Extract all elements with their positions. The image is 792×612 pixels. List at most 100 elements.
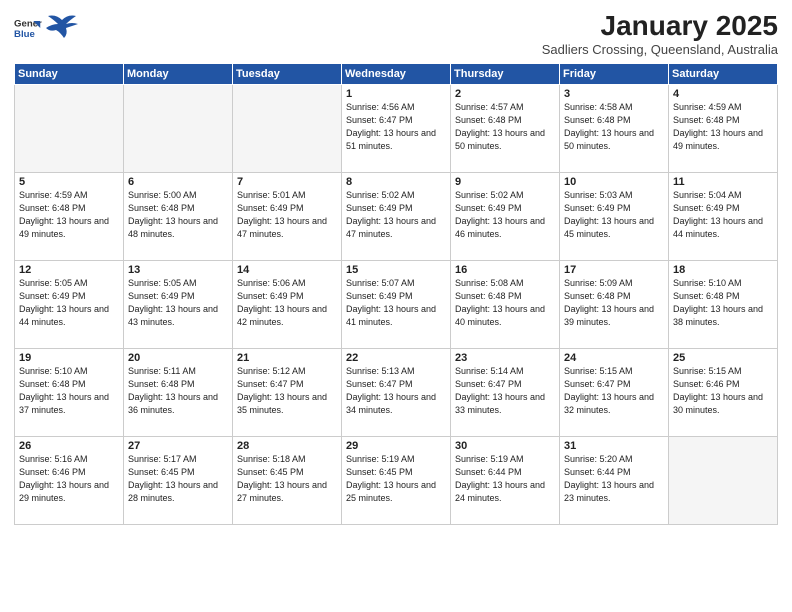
day-info: Sunrise: 4:56 AMSunset: 6:47 PMDaylight:… [346,101,447,153]
day-number: 29 [346,440,447,452]
day-header-friday: Friday [560,64,669,85]
day-number: 3 [564,88,665,100]
day-number: 4 [673,88,774,100]
week-row-4: 19Sunrise: 5:10 AMSunset: 6:48 PMDayligh… [15,349,778,437]
calendar-cell: 10Sunrise: 5:03 AMSunset: 6:49 PMDayligh… [560,173,669,261]
day-number: 22 [346,352,447,364]
calendar-cell: 27Sunrise: 5:17 AMSunset: 6:45 PMDayligh… [124,437,233,525]
day-info: Sunrise: 5:19 AMSunset: 6:45 PMDaylight:… [346,453,447,505]
day-info: Sunrise: 5:15 AMSunset: 6:46 PMDaylight:… [673,365,774,417]
day-info: Sunrise: 5:14 AMSunset: 6:47 PMDaylight:… [455,365,556,417]
day-number: 14 [237,264,338,276]
calendar-cell: 28Sunrise: 5:18 AMSunset: 6:45 PMDayligh… [233,437,342,525]
day-number: 18 [673,264,774,276]
week-row-1: 1Sunrise: 4:56 AMSunset: 6:47 PMDaylight… [15,85,778,173]
calendar-cell: 15Sunrise: 5:07 AMSunset: 6:49 PMDayligh… [342,261,451,349]
calendar-title: January 2025 [542,10,778,42]
day-header-monday: Monday [124,64,233,85]
header: General Blue January 2025 Sadliers Cross… [14,10,778,57]
calendar-cell: 6Sunrise: 5:00 AMSunset: 6:48 PMDaylight… [124,173,233,261]
day-info: Sunrise: 4:59 AMSunset: 6:48 PMDaylight:… [673,101,774,153]
day-number: 21 [237,352,338,364]
day-info: Sunrise: 5:10 AMSunset: 6:48 PMDaylight:… [19,365,120,417]
day-number: 11 [673,176,774,188]
day-number: 2 [455,88,556,100]
day-number: 31 [564,440,665,452]
calendar-cell: 24Sunrise: 5:15 AMSunset: 6:47 PMDayligh… [560,349,669,437]
week-row-2: 5Sunrise: 4:59 AMSunset: 6:48 PMDaylight… [15,173,778,261]
calendar-cell: 1Sunrise: 4:56 AMSunset: 6:47 PMDaylight… [342,85,451,173]
logo-bird-icon [44,10,80,46]
days-header-row: SundayMondayTuesdayWednesdayThursdayFrid… [15,64,778,85]
day-number: 13 [128,264,229,276]
day-info: Sunrise: 4:59 AMSunset: 6:48 PMDaylight:… [19,189,120,241]
calendar-cell: 8Sunrise: 5:02 AMSunset: 6:49 PMDaylight… [342,173,451,261]
calendar-cell: 9Sunrise: 5:02 AMSunset: 6:49 PMDaylight… [451,173,560,261]
svg-text:Blue: Blue [14,29,35,40]
day-header-tuesday: Tuesday [233,64,342,85]
calendar-cell: 3Sunrise: 4:58 AMSunset: 6:48 PMDaylight… [560,85,669,173]
calendar-cell: 29Sunrise: 5:19 AMSunset: 6:45 PMDayligh… [342,437,451,525]
day-info: Sunrise: 5:18 AMSunset: 6:45 PMDaylight:… [237,453,338,505]
day-number: 10 [564,176,665,188]
title-block: January 2025 Sadliers Crossing, Queensla… [542,10,778,57]
day-number: 25 [673,352,774,364]
day-info: Sunrise: 5:01 AMSunset: 6:49 PMDaylight:… [237,189,338,241]
calendar-cell [124,85,233,173]
day-info: Sunrise: 5:00 AMSunset: 6:48 PMDaylight:… [128,189,229,241]
calendar-cell: 7Sunrise: 5:01 AMSunset: 6:49 PMDaylight… [233,173,342,261]
day-number: 27 [128,440,229,452]
logo: General Blue [14,10,80,46]
day-info: Sunrise: 5:02 AMSunset: 6:49 PMDaylight:… [346,189,447,241]
day-info: Sunrise: 5:16 AMSunset: 6:46 PMDaylight:… [19,453,120,505]
calendar-cell: 21Sunrise: 5:12 AMSunset: 6:47 PMDayligh… [233,349,342,437]
calendar-cell: 23Sunrise: 5:14 AMSunset: 6:47 PMDayligh… [451,349,560,437]
day-number: 19 [19,352,120,364]
day-number: 1 [346,88,447,100]
day-header-thursday: Thursday [451,64,560,85]
day-info: Sunrise: 5:05 AMSunset: 6:49 PMDaylight:… [128,277,229,329]
calendar-cell: 4Sunrise: 4:59 AMSunset: 6:48 PMDaylight… [669,85,778,173]
day-number: 30 [455,440,556,452]
calendar-table: SundayMondayTuesdayWednesdayThursdayFrid… [14,63,778,525]
day-number: 6 [128,176,229,188]
day-info: Sunrise: 5:04 AMSunset: 6:49 PMDaylight:… [673,189,774,241]
day-number: 8 [346,176,447,188]
day-info: Sunrise: 4:58 AMSunset: 6:48 PMDaylight:… [564,101,665,153]
day-info: Sunrise: 5:05 AMSunset: 6:49 PMDaylight:… [19,277,120,329]
calendar-cell: 17Sunrise: 5:09 AMSunset: 6:48 PMDayligh… [560,261,669,349]
calendar-subtitle: Sadliers Crossing, Queensland, Australia [542,42,778,57]
day-number: 17 [564,264,665,276]
day-info: Sunrise: 5:17 AMSunset: 6:45 PMDaylight:… [128,453,229,505]
day-number: 12 [19,264,120,276]
calendar-cell [669,437,778,525]
calendar-cell [15,85,124,173]
day-info: Sunrise: 5:07 AMSunset: 6:49 PMDaylight:… [346,277,447,329]
day-number: 23 [455,352,556,364]
calendar-cell: 30Sunrise: 5:19 AMSunset: 6:44 PMDayligh… [451,437,560,525]
day-info: Sunrise: 5:11 AMSunset: 6:48 PMDaylight:… [128,365,229,417]
calendar-cell: 20Sunrise: 5:11 AMSunset: 6:48 PMDayligh… [124,349,233,437]
day-info: Sunrise: 4:57 AMSunset: 6:48 PMDaylight:… [455,101,556,153]
day-number: 24 [564,352,665,364]
calendar-cell: 18Sunrise: 5:10 AMSunset: 6:48 PMDayligh… [669,261,778,349]
calendar-cell: 5Sunrise: 4:59 AMSunset: 6:48 PMDaylight… [15,173,124,261]
calendar-cell: 16Sunrise: 5:08 AMSunset: 6:48 PMDayligh… [451,261,560,349]
calendar-cell: 31Sunrise: 5:20 AMSunset: 6:44 PMDayligh… [560,437,669,525]
calendar-cell [233,85,342,173]
day-number: 16 [455,264,556,276]
day-number: 7 [237,176,338,188]
day-number: 5 [19,176,120,188]
day-number: 20 [128,352,229,364]
day-header-saturday: Saturday [669,64,778,85]
calendar-cell: 22Sunrise: 5:13 AMSunset: 6:47 PMDayligh… [342,349,451,437]
logo-icon: General Blue [14,14,42,42]
day-header-wednesday: Wednesday [342,64,451,85]
calendar-cell: 2Sunrise: 4:57 AMSunset: 6:48 PMDaylight… [451,85,560,173]
day-info: Sunrise: 5:08 AMSunset: 6:48 PMDaylight:… [455,277,556,329]
day-number: 15 [346,264,447,276]
calendar-cell: 11Sunrise: 5:04 AMSunset: 6:49 PMDayligh… [669,173,778,261]
day-info: Sunrise: 5:02 AMSunset: 6:49 PMDaylight:… [455,189,556,241]
day-info: Sunrise: 5:03 AMSunset: 6:49 PMDaylight:… [564,189,665,241]
page: General Blue January 2025 Sadliers Cross… [0,0,792,612]
